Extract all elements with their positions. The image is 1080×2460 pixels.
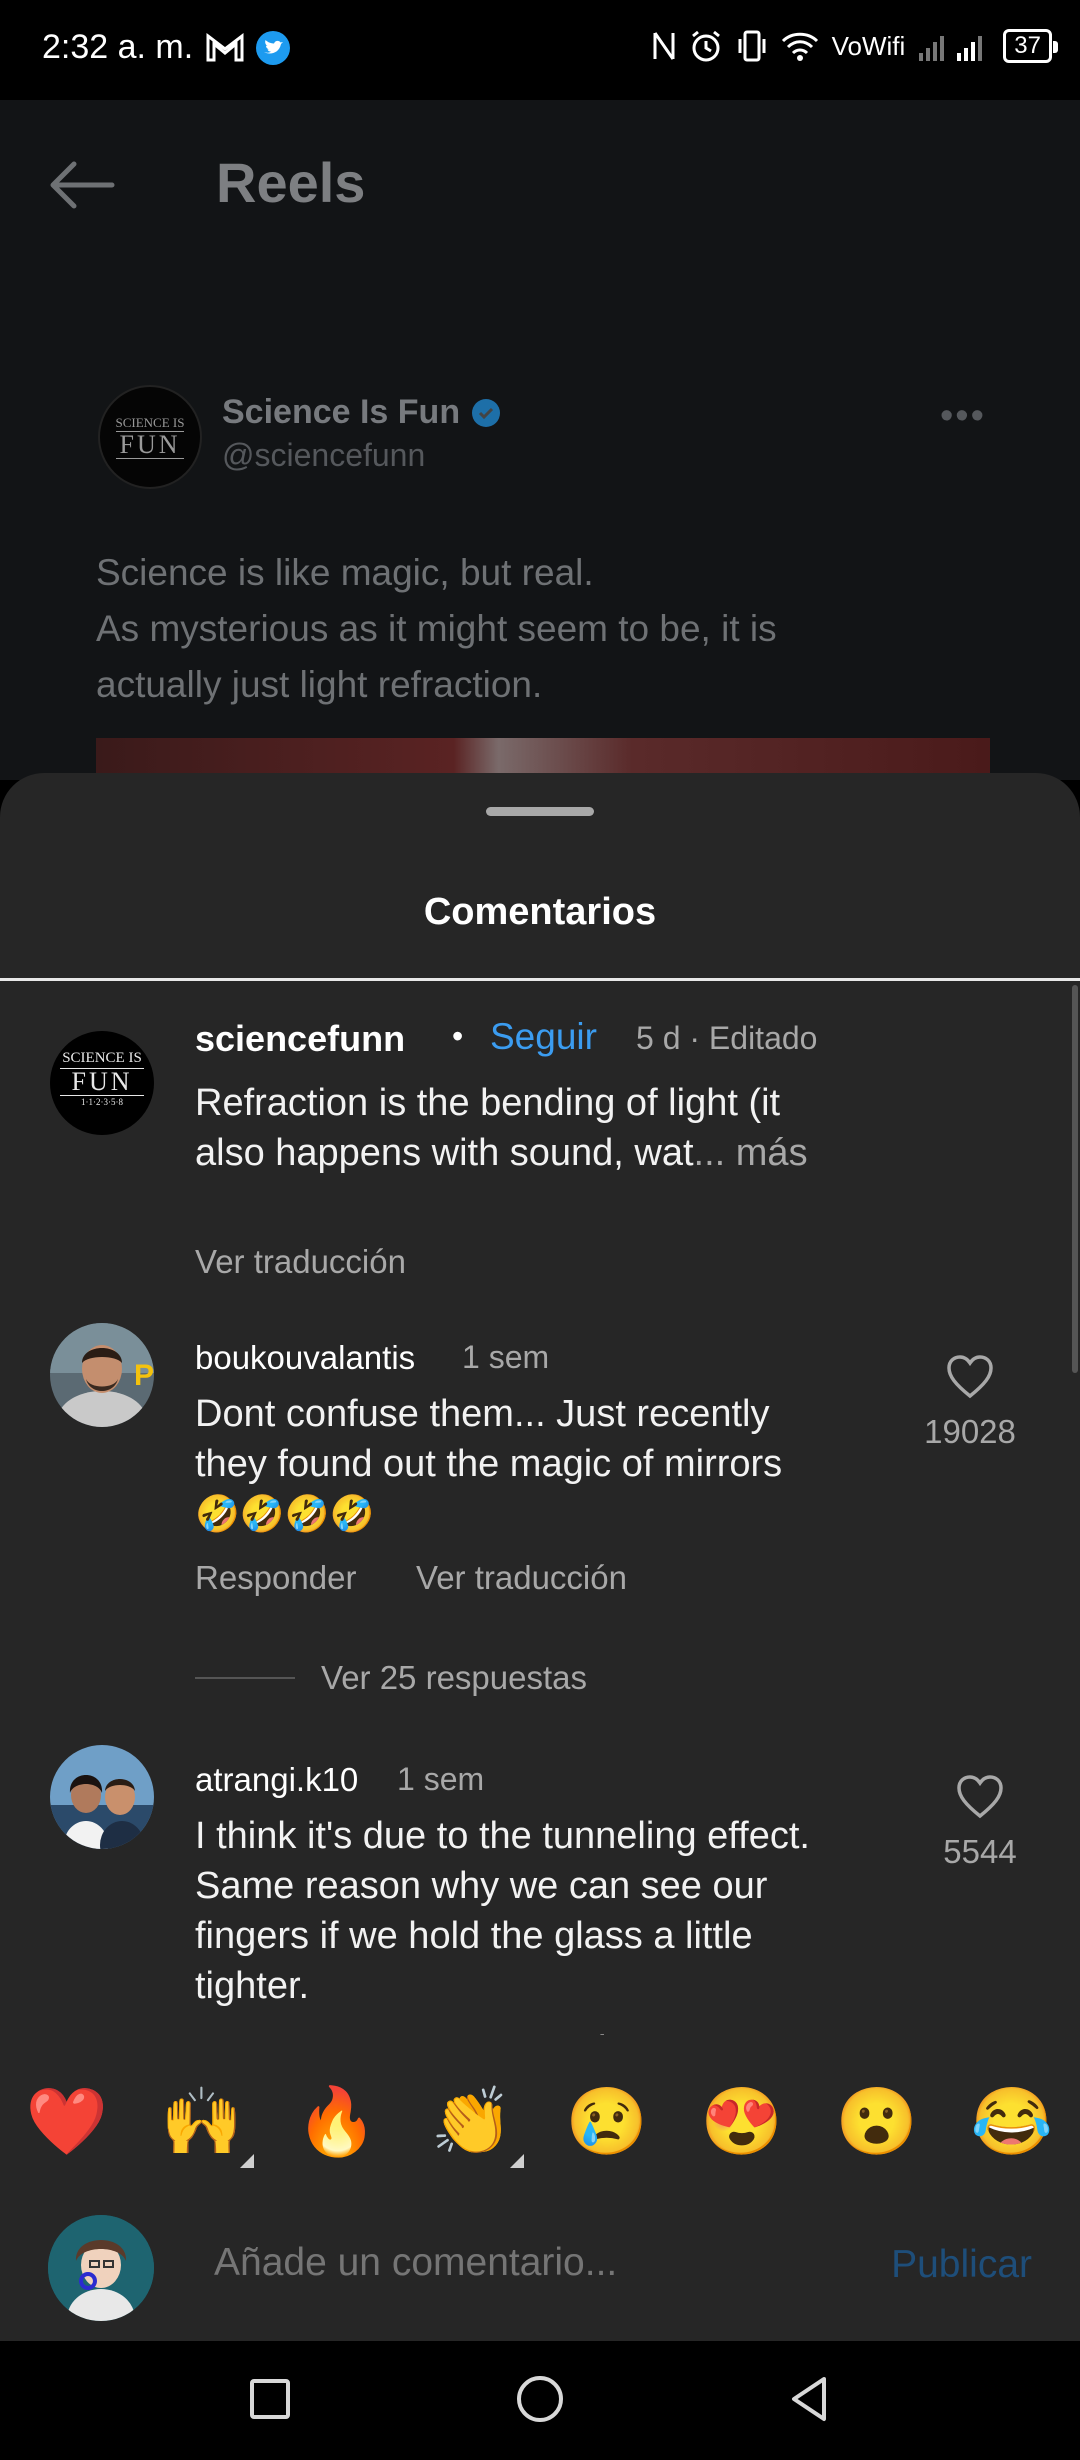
comment-text: I think it's due to the tunneling effect… xyxy=(195,1815,810,2007)
comment-username[interactable]: sciencefunn xyxy=(195,1018,405,1060)
post-author-name[interactable]: Science Is Fun xyxy=(222,393,502,432)
reaction-heart-eyes[interactable]: 😍 xyxy=(697,2081,787,2161)
separator-dot: • xyxy=(452,1018,464,1054)
reaction-fire[interactable]: 🔥 xyxy=(292,2081,382,2161)
comment-text: Refraction is the bending of light (it a… xyxy=(195,1082,808,1174)
reaction-laughing[interactable]: 😂 xyxy=(967,2081,1057,2161)
post-text: Science is like magic, but real. As myst… xyxy=(96,552,777,705)
back-triangle-icon[interactable] xyxy=(780,2369,840,2429)
twitter-icon xyxy=(256,31,290,65)
publish-button[interactable]: Publicar xyxy=(891,2243,1032,2287)
status-time: 2:32 a. m. xyxy=(42,28,194,66)
reaction-heart[interactable]: ❤️ xyxy=(22,2081,112,2161)
comment-composer: Publicar xyxy=(0,2195,1080,2341)
avatar[interactable]: P xyxy=(50,1323,154,1427)
comment-timestamp: 5 d · Editado xyxy=(636,1020,818,1056)
post-author-avatar[interactable]: SCIENCE IS FUN xyxy=(98,385,202,489)
variant-indicator-icon xyxy=(510,2154,524,2168)
reaction-clapping[interactable]: 👏 xyxy=(427,2081,517,2161)
more-options-icon[interactable]: ••• xyxy=(940,395,986,438)
translate-button[interactable]: Ver traducción xyxy=(195,1243,406,1281)
vibrate-icon xyxy=(738,30,766,62)
avatar-photo: P xyxy=(50,1323,154,1427)
comments-list[interactable]: SCIENCE IS FUN 1·1·2·3·5·8 sciencefunn •… xyxy=(0,981,1080,2041)
recents-square-icon[interactable] xyxy=(240,2369,300,2429)
battery-indicator: 37 xyxy=(1003,29,1058,63)
reply-button[interactable]: Responder xyxy=(195,1559,356,1597)
system-icons: VoWifi 37 xyxy=(652,28,1058,64)
like-count: 5544 xyxy=(943,1833,1017,1870)
view-replies-button[interactable]: Ver 25 respuestas xyxy=(321,1659,587,1697)
variant-indicator-icon xyxy=(240,2154,254,2168)
avatar[interactable]: SCIENCE IS FUN 1·1·2·3·5·8 xyxy=(50,1031,154,1135)
comment-timestamp: 1 sem xyxy=(397,1761,485,1797)
sheet-drag-handle[interactable] xyxy=(486,807,594,816)
post-author-handle[interactable]: @sciencefunn xyxy=(222,437,425,474)
follow-button[interactable]: Seguir xyxy=(490,1016,597,1058)
replies-divider-line xyxy=(195,1677,295,1679)
comment-username[interactable]: atrangi.k10 xyxy=(195,1761,358,1799)
like-heart-icon[interactable] xyxy=(955,1774,1005,1820)
current-user-avatar xyxy=(48,2215,154,2321)
comment-timestamp: 1 sem xyxy=(462,1339,550,1375)
more-link[interactable]: ... más xyxy=(694,1132,808,1174)
vowifi-label: VoWifi xyxy=(831,30,906,61)
nfc-icon xyxy=(653,32,675,60)
system-navigation-bar xyxy=(0,2341,1080,2460)
back-arrow-icon[interactable] xyxy=(44,150,124,220)
scrollbar[interactable] xyxy=(1072,985,1078,1373)
comment-text: Dont confuse them... Just recently they … xyxy=(195,1393,783,1534)
avatar-illustration xyxy=(48,2215,154,2321)
status-bar: 2:32 a. m. VoWifi 37 xyxy=(0,0,1080,100)
comment-username[interactable]: boukouvalantis xyxy=(195,1339,415,1377)
science-logo: SCIENCE IS FUN 1·1·2·3·5·8 xyxy=(50,1031,154,1107)
translate-button[interactable]: Ver traducción xyxy=(416,1559,627,1597)
gmail-icon xyxy=(206,32,244,62)
home-circle-icon[interactable] xyxy=(510,2369,570,2429)
sheet-title: Comentarios xyxy=(423,891,657,933)
comment-input[interactable] xyxy=(214,2241,814,2285)
page-title: Reels xyxy=(216,151,366,214)
verified-badge-icon xyxy=(472,398,501,427)
notification-icons xyxy=(205,30,291,66)
wifi-icon xyxy=(781,32,818,61)
signal-icon xyxy=(919,36,983,61)
svg-text:P: P xyxy=(134,1359,154,1392)
quick-reactions-bar: ❤️ 🙌 🔥 👏 😢 😍 😮 😂 xyxy=(0,2035,1080,2195)
avatar-photo xyxy=(50,1745,154,1849)
avatar[interactable] xyxy=(50,1745,154,1849)
like-heart-icon[interactable] xyxy=(945,1354,995,1400)
science-logo: SCIENCE IS FUN xyxy=(115,414,185,459)
reaction-raised-hands[interactable]: 🙌 xyxy=(157,2081,247,2161)
reaction-surprised[interactable]: 😮 xyxy=(832,2081,922,2161)
like-count: 19028 xyxy=(924,1413,1016,1450)
alarm-icon xyxy=(691,30,720,62)
reaction-crying[interactable]: 😢 xyxy=(562,2081,652,2161)
